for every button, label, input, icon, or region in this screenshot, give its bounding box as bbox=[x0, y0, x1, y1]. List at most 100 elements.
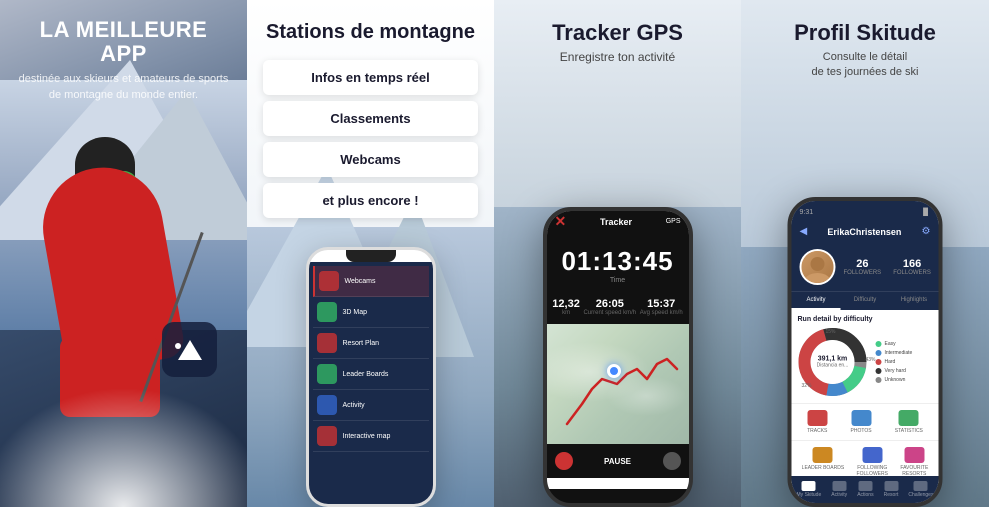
profile-stats-row: 26 FOLLOWERS 166 FOLLOWERS bbox=[844, 258, 931, 276]
tracker-settings-icon[interactable] bbox=[663, 452, 681, 470]
panel-2-content: Stations de montagne Infos en temps réel… bbox=[247, 0, 494, 218]
bottom-nav-my-skitude[interactable]: My Skitude bbox=[797, 481, 822, 498]
interactive-map-icon bbox=[317, 426, 337, 446]
action-statistics[interactable]: STATISTICS bbox=[895, 410, 923, 434]
following-label: FOLLOWERS bbox=[893, 270, 931, 276]
phone-screen-3: ✕ Tracker GPS 01:13:45 Time 12,32 km 26:… bbox=[547, 207, 689, 489]
phone-menu-activity: Activity bbox=[313, 390, 429, 421]
tracker-current-speed-value: 26:05 bbox=[583, 298, 636, 310]
tracker-label: Tracker bbox=[600, 217, 632, 227]
panel-1-ski-action: LA MEILLEURE APP destinée aux skieurs et… bbox=[0, 0, 247, 507]
panel-4-profile: Profil Skitude Consulte le détailde tes … bbox=[741, 0, 989, 507]
action-following-followers[interactable]: FOLLOWINGFOLLOWERS bbox=[857, 447, 888, 477]
photos-label: PHOTOS bbox=[851, 428, 872, 434]
bottom-nav-resort[interactable]: Resort bbox=[884, 481, 899, 498]
bottom-nav-actions[interactable]: Actions bbox=[857, 481, 873, 498]
tracker-time-label: Time bbox=[547, 277, 689, 284]
tracker-distance-unit: km bbox=[552, 310, 580, 316]
tracker-close-icon: ✕ bbox=[555, 213, 567, 230]
bottom-challenges-icon bbox=[914, 481, 928, 491]
legend-very-hard-dot bbox=[876, 368, 882, 374]
legend-hard-label: Hard bbox=[885, 359, 896, 365]
snow-spray bbox=[0, 387, 247, 507]
panel-1-title: LA MEILLEURE APP bbox=[16, 18, 231, 66]
action-tracks[interactable]: TRACKS bbox=[807, 410, 827, 434]
profile-settings-icon[interactable]: ⚙ bbox=[922, 226, 931, 237]
phone-menu-3dmap: 3D Map bbox=[313, 297, 429, 328]
menu-btn-infos[interactable]: Infos en temps réel bbox=[263, 60, 478, 95]
menu-btn-webcams[interactable]: Webcams bbox=[263, 142, 478, 177]
tab-activity[interactable]: Activity bbox=[792, 292, 841, 310]
panel-1-subtitle: destinée aux skieurs et amateurs de spor… bbox=[16, 72, 231, 103]
resort-plan-label: Resort Plan bbox=[343, 340, 380, 347]
photos-icon bbox=[851, 410, 871, 426]
menu-btn-more[interactable]: et plus encore ! bbox=[263, 183, 478, 218]
legend-intermediate-label: Intermediate bbox=[885, 350, 913, 356]
following-number: 166 bbox=[893, 258, 931, 270]
panel-4-content: Profil Skitude Consulte le détailde tes … bbox=[741, 0, 989, 81]
action-favourite-resorts[interactable]: FAVOURITERESORTS bbox=[900, 447, 928, 477]
app-logo bbox=[162, 322, 217, 377]
following-icon bbox=[862, 447, 882, 463]
profile-time: 9:31 bbox=[800, 209, 814, 216]
tracker-map bbox=[547, 324, 689, 444]
panel-2-stations: Stations de montagne Infos en temps réel… bbox=[247, 0, 494, 507]
pct-32: 32% bbox=[802, 383, 812, 389]
panel-3-subtitle: Enregistre ton activité bbox=[510, 50, 725, 64]
3dmap-label: 3D Map bbox=[343, 309, 368, 316]
profile-status-bar: 9:31 ▐▌ bbox=[792, 201, 939, 216]
action-leaderboards[interactable]: LEADER BOARDS bbox=[802, 447, 845, 477]
menu-buttons: Infos en temps réel Classements Webcams … bbox=[263, 60, 478, 218]
tracks-icon bbox=[807, 410, 827, 426]
legend-easy-dot bbox=[876, 341, 882, 347]
bottom-activity-icon bbox=[832, 481, 846, 491]
pause-button[interactable]: PAUSE bbox=[573, 457, 663, 466]
my-skitude-label: My Skitude bbox=[797, 492, 822, 498]
legend-intermediate: Intermediate bbox=[876, 350, 913, 356]
leaderboards-label: LEADER BOARDS bbox=[802, 465, 845, 471]
profile-top-bar: ◀ ErikaChristensen ⚙ bbox=[792, 216, 939, 243]
phone-mockup-4: 9:31 ▐▌ ◀ ErikaChristensen ⚙ 26 bbox=[788, 197, 943, 507]
bottom-challenges-label: Challenges bbox=[908, 492, 933, 498]
action-photos[interactable]: PHOTOS bbox=[851, 410, 872, 434]
logo-dot-icon bbox=[175, 343, 181, 349]
phone-notch-2 bbox=[346, 250, 396, 262]
my-skitude-icon bbox=[802, 481, 816, 491]
tracker-distance-value: 12,32 bbox=[552, 298, 580, 310]
phone-menu-resort-plan: Resort Plan bbox=[313, 328, 429, 359]
tracker-sound-icon[interactable] bbox=[555, 452, 573, 470]
statistics-icon bbox=[899, 410, 919, 426]
legend-very-hard: Very hard bbox=[876, 368, 913, 374]
pct-15: 15% bbox=[826, 329, 836, 335]
phone-mockup-2: Webcams 3D Map Resort Plan Leader Boards… bbox=[306, 247, 436, 507]
legend-hard-dot bbox=[876, 359, 882, 365]
chart-center-sublabel: Distancia en... bbox=[817, 363, 849, 369]
tracker-top-bar: ✕ Tracker GPS bbox=[547, 207, 689, 238]
tab-highlights[interactable]: Highlights bbox=[890, 292, 939, 310]
panel-3-title: Tracker GPS bbox=[510, 20, 725, 46]
panel-4-subtitle: Consulte le détailde tes journées de ski bbox=[757, 50, 973, 81]
profile-action-row: TRACKS PHOTOS STATISTICS bbox=[792, 403, 939, 440]
bottom-nav-activity[interactable]: Activity bbox=[831, 481, 847, 498]
statistics-label: STATISTICS bbox=[895, 428, 923, 434]
webcams-icon bbox=[319, 271, 339, 291]
chart-title: Run detail by difficulty bbox=[798, 316, 933, 323]
panel-3-content: Tracker GPS Enregistre ton activité bbox=[494, 0, 741, 64]
chart-area: 391,1 km Distancia en... 15% 43% 32% Eas… bbox=[798, 327, 933, 397]
tracker-pause-bar: PAUSE bbox=[547, 444, 689, 478]
chart-center-value: 391,1 km bbox=[817, 356, 849, 363]
phone-mockup-3: ✕ Tracker GPS 01:13:45 Time 12,32 km 26:… bbox=[543, 207, 693, 507]
tracker-stat-distance: 12,32 km bbox=[552, 298, 580, 316]
profile-back-icon[interactable]: ◀ bbox=[800, 226, 808, 237]
panel-4-title: Profil Skitude bbox=[757, 20, 973, 46]
bottom-nav-challenges[interactable]: Challenges bbox=[908, 481, 933, 498]
gps-track-svg bbox=[547, 324, 689, 444]
bottom-resort-icon bbox=[884, 481, 898, 491]
tracker-avg-speed-value: 15:37 bbox=[640, 298, 683, 310]
tracker-stats-row: 12,32 km 26:05 Current speed km/h 15:37 … bbox=[547, 292, 689, 324]
tab-difficulty[interactable]: Difficulty bbox=[841, 292, 890, 310]
activity-icon bbox=[317, 395, 337, 415]
profile-bottom-bar: My Skitude Activity Actions Resort Chall… bbox=[792, 476, 939, 503]
menu-btn-classements[interactable]: Classements bbox=[263, 101, 478, 136]
leader-boards-icon bbox=[317, 364, 337, 384]
